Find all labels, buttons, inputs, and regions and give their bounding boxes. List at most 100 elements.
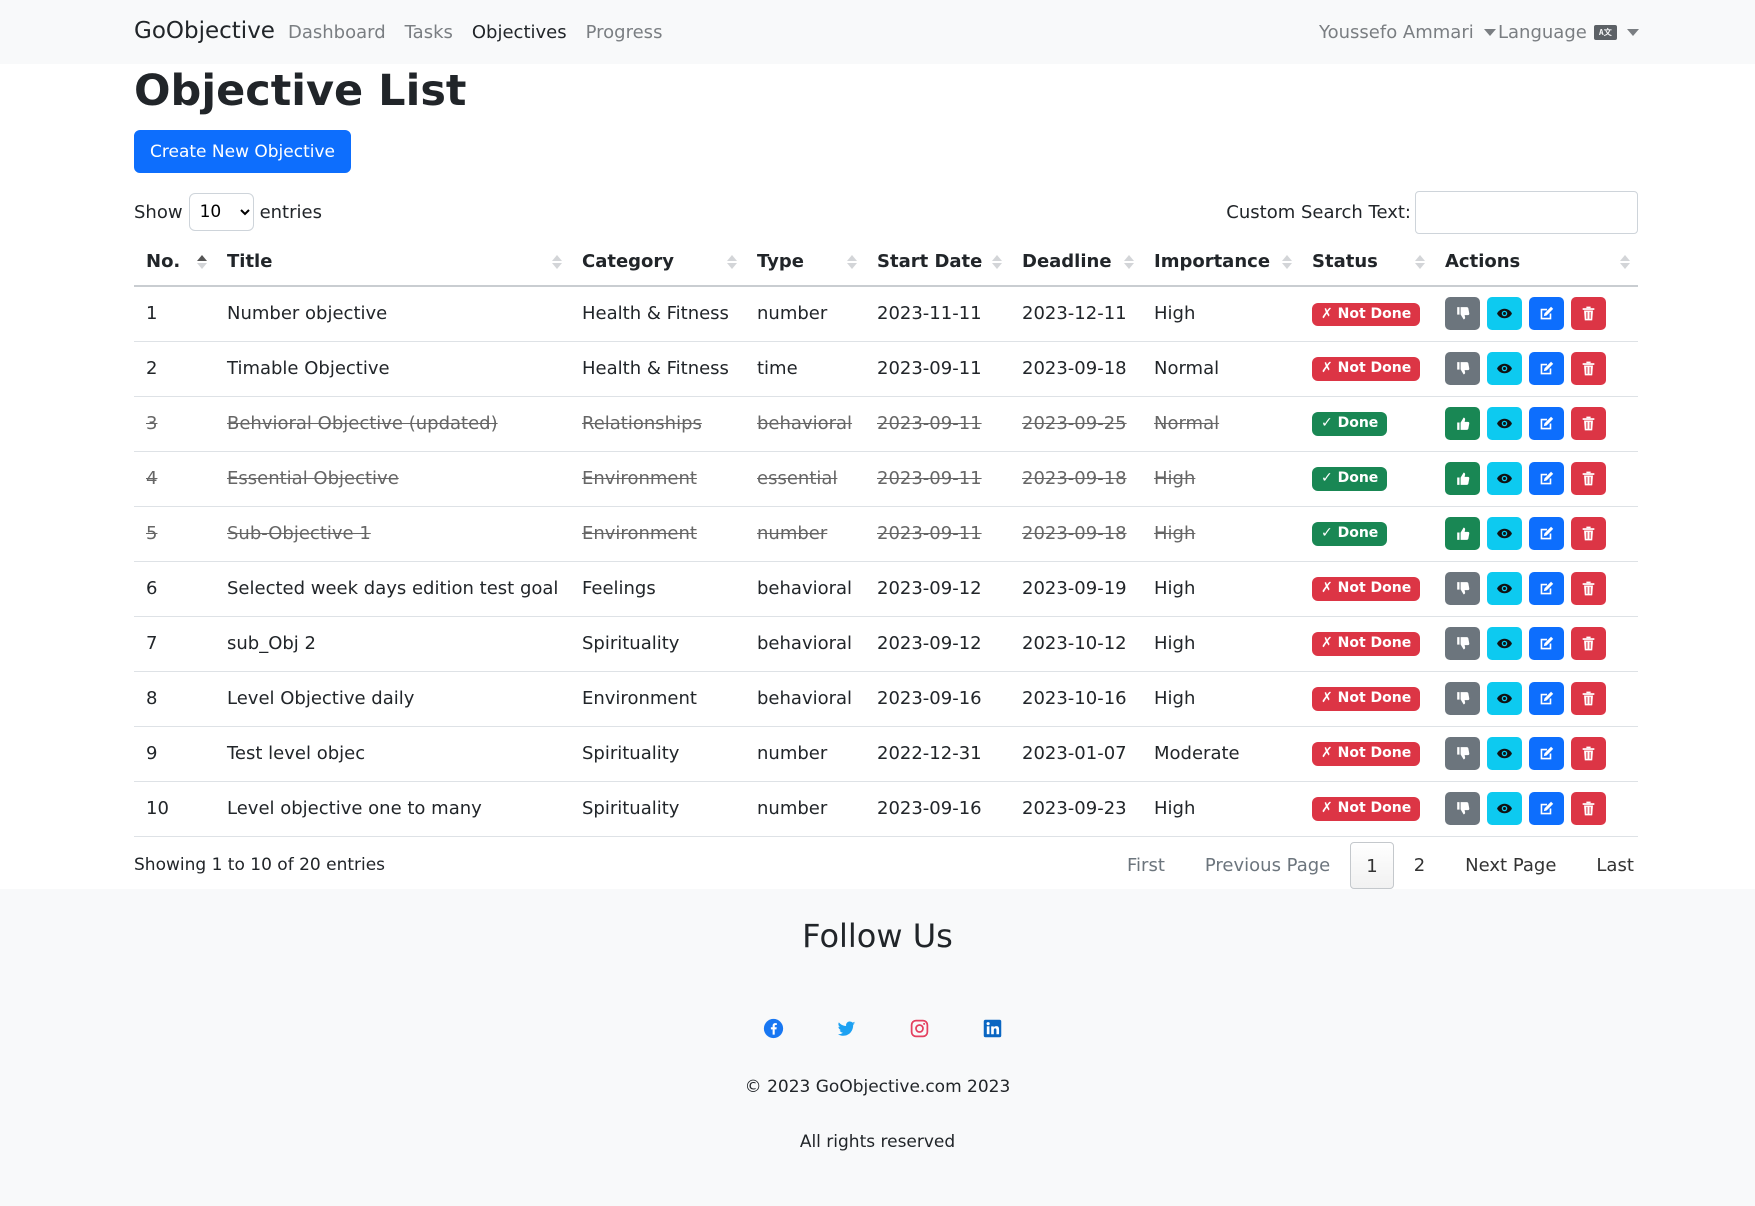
delete-button[interactable]	[1571, 462, 1606, 495]
mark-done-button[interactable]	[1445, 572, 1480, 605]
edit-button[interactable]	[1529, 352, 1564, 385]
delete-button[interactable]	[1571, 627, 1606, 660]
edit-button[interactable]	[1529, 517, 1564, 550]
pagination-page-2[interactable]: 2	[1394, 842, 1445, 889]
column-header-start-date[interactable]: Start Date	[865, 238, 1010, 287]
cell-deadline: 2023-09-23	[1010, 781, 1142, 837]
mark-done-button[interactable]	[1445, 517, 1480, 550]
mark-done-button[interactable]	[1445, 682, 1480, 715]
view-button[interactable]	[1487, 792, 1522, 825]
edit-icon	[1538, 745, 1555, 762]
sort-icon	[1620, 254, 1630, 269]
view-button[interactable]	[1487, 517, 1522, 550]
delete-button[interactable]	[1571, 792, 1606, 825]
table-row: 2 Timable Objective Health & Fitness time 20…	[134, 341, 1638, 397]
edit-button[interactable]	[1529, 462, 1564, 495]
user-menu-dropdown[interactable]: Youssefo Ammari	[1319, 22, 1496, 43]
view-button[interactable]	[1487, 737, 1522, 770]
mark-done-button[interactable]	[1445, 627, 1480, 660]
eye-icon	[1496, 635, 1513, 652]
trash-icon	[1580, 305, 1597, 322]
view-button[interactable]	[1487, 627, 1522, 660]
column-header-title[interactable]: Title	[215, 238, 570, 287]
nav-links: Dashboard Tasks Objectives Progress	[288, 22, 662, 43]
pagination-previous[interactable]: Previous Page	[1185, 842, 1350, 889]
pagination-next[interactable]: Next Page	[1445, 842, 1576, 889]
edit-button[interactable]	[1529, 627, 1564, 660]
edit-button[interactable]	[1529, 792, 1564, 825]
cell-importance: High	[1142, 616, 1300, 672]
pagination-page-1[interactable]: 1	[1350, 842, 1394, 889]
view-button[interactable]	[1487, 572, 1522, 605]
cell-type: behavioral	[745, 671, 865, 727]
language-dropdown[interactable]: Language A文	[1498, 22, 1639, 43]
view-button[interactable]	[1487, 407, 1522, 440]
column-header-importance[interactable]: Importance	[1142, 238, 1300, 287]
eye-icon	[1496, 470, 1513, 487]
cell-actions	[1433, 726, 1638, 782]
edit-button[interactable]	[1529, 407, 1564, 440]
cell-no: 10	[134, 781, 215, 837]
eye-icon	[1496, 745, 1513, 762]
pagination-last[interactable]: Last	[1576, 842, 1654, 889]
cell-deadline: 2023-12-11	[1010, 286, 1142, 342]
search-input[interactable]	[1415, 191, 1638, 234]
delete-button[interactable]	[1571, 352, 1606, 385]
mark-done-button[interactable]	[1445, 462, 1480, 495]
page-length-select[interactable]: 10	[188, 193, 254, 231]
twitter-icon[interactable]	[836, 1018, 857, 1039]
column-header-deadline[interactable]: Deadline	[1010, 238, 1142, 287]
language-icon: A文	[1593, 25, 1617, 40]
language-label: Language	[1498, 22, 1587, 43]
mark-done-button[interactable]	[1445, 792, 1480, 825]
delete-button[interactable]	[1571, 682, 1606, 715]
cell-type: essential	[745, 451, 865, 507]
nav-link-tasks[interactable]: Tasks	[405, 22, 453, 43]
column-header-actions[interactable]: Actions	[1433, 238, 1638, 287]
cell-no: 8	[134, 671, 215, 727]
linkedin-icon[interactable]	[982, 1018, 1003, 1039]
column-header-type[interactable]: Type	[745, 238, 865, 287]
edit-button[interactable]	[1529, 682, 1564, 715]
cell-actions	[1433, 451, 1638, 507]
thumbs-up-icon	[1454, 525, 1471, 542]
mark-done-button[interactable]	[1445, 407, 1480, 440]
edit-button[interactable]	[1529, 297, 1564, 331]
delete-button[interactable]	[1571, 572, 1606, 605]
mark-done-button[interactable]	[1445, 737, 1480, 770]
mark-done-button[interactable]	[1445, 297, 1480, 331]
cell-importance: High	[1142, 671, 1300, 727]
instagram-icon[interactable]	[909, 1018, 930, 1039]
column-header-category[interactable]: Category	[570, 238, 745, 287]
nav-link-progress[interactable]: Progress	[586, 22, 663, 43]
delete-button[interactable]	[1571, 737, 1606, 770]
cell-status: ✓ Done	[1300, 396, 1433, 452]
brand-logo[interactable]: GoObjective	[134, 18, 275, 44]
view-button[interactable]	[1487, 682, 1522, 715]
table-row: 10 Level objective one to many Spiritualit…	[134, 781, 1638, 837]
delete-button[interactable]	[1571, 297, 1606, 331]
facebook-icon[interactable]	[763, 1018, 784, 1039]
pagination-first[interactable]: First	[1107, 842, 1185, 889]
edit-button[interactable]	[1529, 572, 1564, 605]
column-header-label: Importance	[1154, 251, 1271, 272]
view-button[interactable]	[1487, 462, 1522, 495]
column-header-label: Title	[227, 251, 273, 272]
view-button[interactable]	[1487, 297, 1522, 331]
cell-start-date: 2023-09-11	[865, 341, 1010, 397]
cell-start-date: 2023-09-16	[865, 781, 1010, 837]
delete-button[interactable]	[1571, 517, 1606, 550]
view-button[interactable]	[1487, 352, 1522, 385]
column-header-label: Status	[1312, 251, 1378, 272]
column-header-status[interactable]: Status	[1300, 238, 1433, 287]
create-objective-button[interactable]: Create New Objective	[134, 130, 351, 173]
delete-button[interactable]	[1571, 407, 1606, 440]
nav-link-dashboard[interactable]: Dashboard	[288, 22, 386, 43]
mark-done-button[interactable]	[1445, 352, 1480, 385]
follow-us-heading: Follow Us	[802, 917, 953, 955]
nav-link-objectives[interactable]: Objectives	[472, 22, 567, 43]
edit-button[interactable]	[1529, 737, 1564, 770]
cell-status: ✗ Not Done	[1300, 616, 1433, 672]
column-header-no[interactable]: No.	[134, 238, 215, 287]
cell-start-date: 2023-09-12	[865, 616, 1010, 672]
